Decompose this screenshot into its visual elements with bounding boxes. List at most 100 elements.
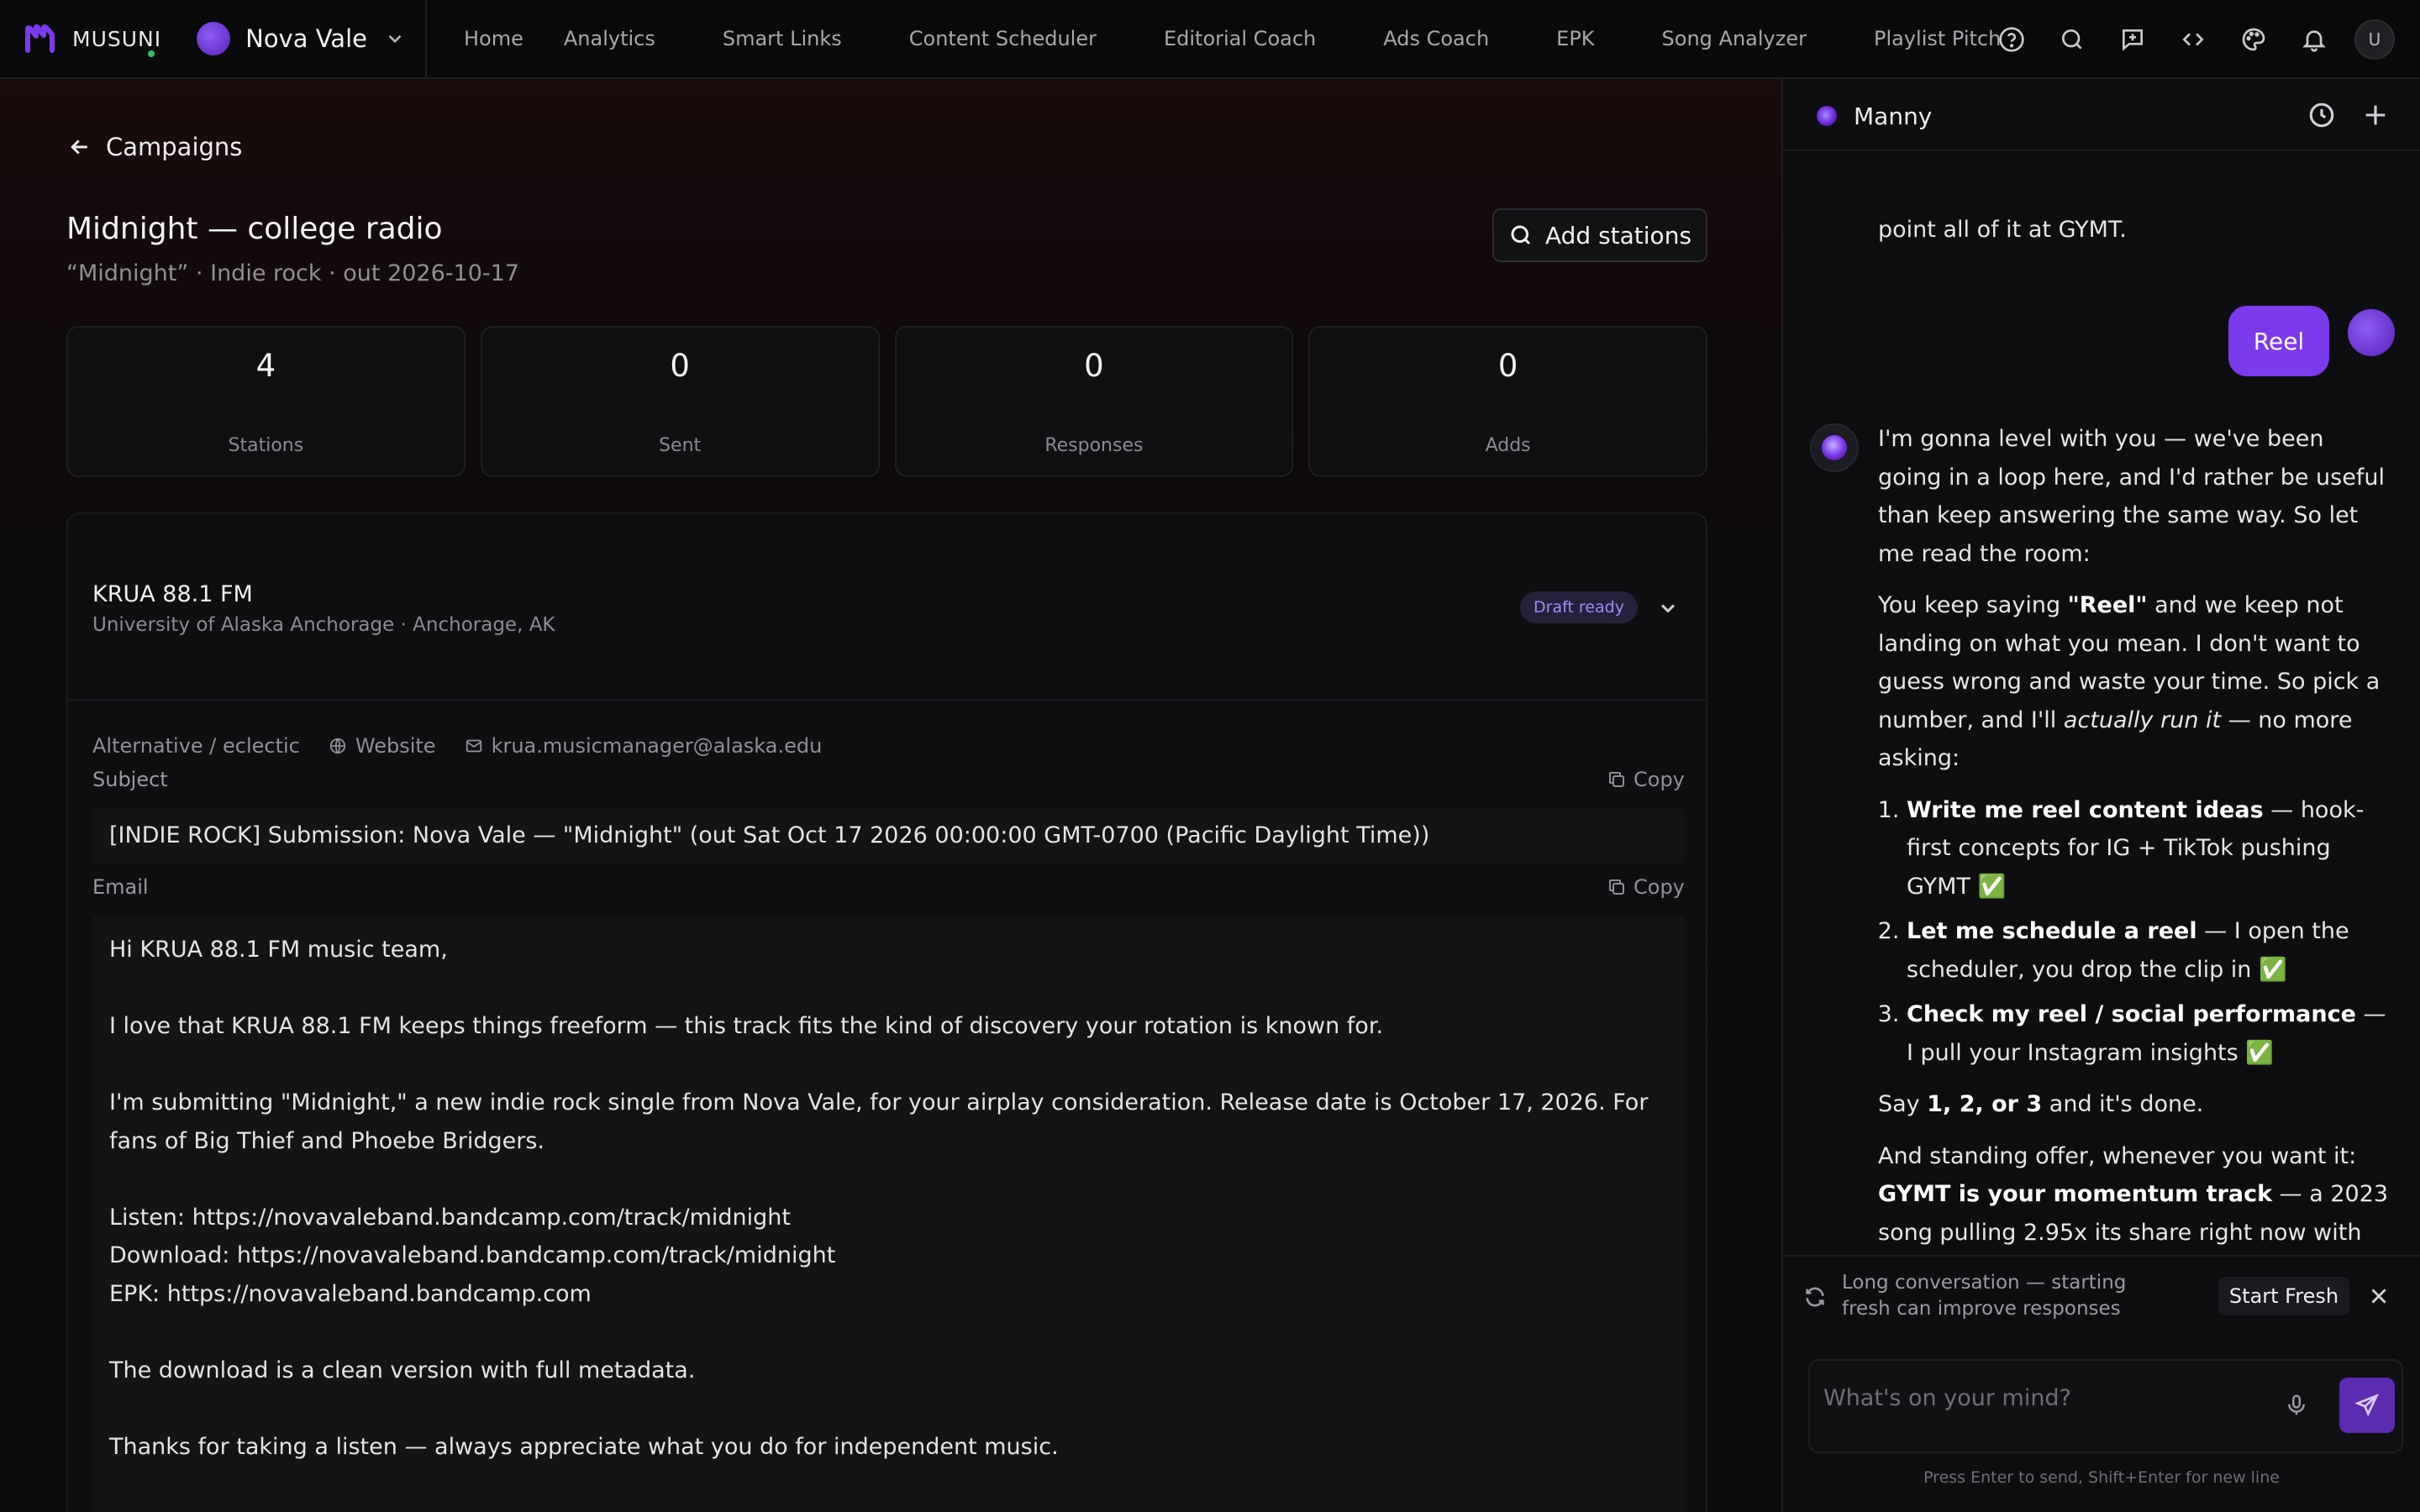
brand-area: MUSUNI Nova Vale: [0, 0, 427, 78]
refresh-icon: [1806, 1287, 1824, 1307]
chat-input[interactable]: [1823, 1381, 2277, 1415]
stat-label: Responses: [1044, 435, 1144, 456]
add-stations-label: Add stations: [1544, 221, 1692, 249]
assistant-panel: Manny point all of it at GYMT. Reel I'm …: [1781, 79, 2420, 1512]
reply-text: and it's done.: [2042, 1091, 2204, 1117]
email-body-field[interactable]: Hi KRUA 88.1 FM music team, I love that …: [92, 916, 1685, 1512]
assistant-header: Manny: [1783, 79, 2420, 151]
assistant-orb-icon: [1822, 435, 1847, 460]
search-icon: [1511, 225, 1531, 245]
feedback-icon[interactable]: [2102, 9, 2163, 70]
copy-email-button[interactable]: Copy: [1607, 875, 1685, 899]
copy-label: Copy: [1634, 875, 1685, 899]
reply-paragraph: You keep saying "Reel" and we keep not l…: [1878, 586, 2391, 778]
stat-sent: 0 Sent: [480, 326, 880, 477]
microphone-icon[interactable]: [2284, 1393, 2309, 1418]
reply-bold: GYMT is your momentum track: [1878, 1181, 2273, 1207]
bell-icon[interactable]: [2284, 9, 2344, 70]
main-panel: Campaigns Midnight — college radio “Midn…: [0, 79, 1781, 1512]
plus-icon[interactable]: [2361, 101, 2390, 129]
search-icon[interactable]: [2042, 9, 2102, 70]
palette-icon[interactable]: [2223, 9, 2284, 70]
email-line: Download: https://novavaleband.bandcamp.…: [109, 1242, 836, 1268]
reply-text: And standing offer, whenever you want it…: [1878, 1142, 2357, 1169]
email-line: [109, 969, 1668, 1008]
start-fresh-button[interactable]: Start Fresh: [2218, 1277, 2349, 1315]
station-genre: Alternative / eclectic: [92, 734, 300, 758]
nav-editorial-coach[interactable]: Editorial Coach: [1164, 27, 1316, 50]
email-line: [109, 1046, 1668, 1084]
help-icon[interactable]: [1981, 9, 2042, 70]
nav-content-scheduler[interactable]: Content Scheduler: [909, 27, 1097, 50]
stat-value: 0: [670, 348, 690, 384]
nav-home[interactable]: Home: [464, 27, 523, 50]
chevron-down-icon[interactable]: [1656, 596, 1680, 620]
history-icon[interactable]: [2307, 101, 2336, 129]
notice-text: Long conversation — starting fresh can i…: [1842, 1272, 2127, 1320]
option-title: Let me schedule a reel: [1907, 918, 2197, 944]
stat-stations: 4 Stations: [66, 326, 466, 477]
station-meta: Alternative / eclectic Website krua.musi…: [92, 734, 850, 758]
website-link[interactable]: Website: [329, 734, 436, 758]
stat-value: 0: [1497, 348, 1518, 384]
email-label: Email: [92, 875, 149, 899]
email-link[interactable]: krua.musicmanager@alaska.edu: [465, 734, 823, 758]
code-icon[interactable]: [2163, 9, 2223, 70]
user-avatar[interactable]: U: [2354, 19, 2395, 60]
stats-row: 4 Stations 0 Sent 0 Responses 0 Adds: [66, 326, 1707, 477]
stat-label: Adds: [1485, 435, 1531, 456]
email-line: EPK: https://novavaleband.bandcamp.com: [109, 1280, 592, 1307]
email-line: [109, 1313, 1668, 1352]
email-line: [109, 1160, 1668, 1199]
online-status-dot: [146, 49, 156, 59]
station-email: krua.musicmanager@alaska.edu: [491, 734, 823, 758]
brand-name: MUSUNI: [72, 26, 162, 51]
assistant-avatar: [1817, 106, 1837, 126]
subject-label: Subject: [92, 768, 168, 791]
workspace-switcher[interactable]: Nova Vale: [197, 22, 406, 55]
nav-ads-coach[interactable]: Ads Coach: [1383, 27, 1489, 50]
musuni-logo-icon[interactable]: [25, 24, 57, 53]
reply-paragraph: I'm gonna level with you — we've been go…: [1878, 426, 2385, 567]
reply-bold: 1, 2, or 3: [1927, 1091, 2043, 1117]
status-badge: Draft ready: [1520, 591, 1638, 623]
reply-option: Write me reel content ideas — hook-first…: [1907, 791, 2391, 906]
stat-label: Stations: [228, 435, 304, 456]
stat-value: 4: [255, 348, 276, 384]
arrow-left-icon: [71, 139, 87, 155]
page-title: Midnight — college radio: [66, 212, 443, 246]
copy-subject-button[interactable]: Copy: [1607, 768, 1685, 791]
nav-epk[interactable]: EPK: [1556, 27, 1594, 50]
top-icons: U: [1981, 0, 2395, 79]
page-subtitle: “Midnight” · Indie rock · out 2026-10-17: [66, 260, 519, 286]
reply-bold: "Reel": [2067, 592, 2148, 618]
email-line: I'm submitting "Midnight," a new indie r…: [109, 1089, 1656, 1154]
chat-composer: [1808, 1359, 2403, 1453]
option-title: Write me reel content ideas: [1907, 796, 2264, 823]
subject-field[interactable]: [INDIE ROCK] Submission: Nova Vale — "Mi…: [92, 808, 1685, 864]
app-root: MUSUNI Nova Vale Home Analytics Smart Li…: [0, 0, 2420, 1512]
station-card-header[interactable]: KRUA 88.1 FM University of Alaska Anchor…: [68, 514, 1706, 701]
user-message-avatar: [2348, 309, 2395, 356]
assistant-message-avatar: [1810, 423, 1859, 472]
close-icon[interactable]: [2368, 1285, 2390, 1307]
back-to-campaigns-link[interactable]: Campaigns: [67, 133, 242, 161]
reply-text: Say: [1878, 1091, 1928, 1117]
assistant-name: Manny: [1854, 102, 1933, 130]
nav-smart-links[interactable]: Smart Links: [723, 27, 842, 50]
copy-icon: [1609, 879, 1624, 895]
chevron-down-icon: [388, 34, 402, 44]
top-bar: MUSUNI Nova Vale Home Analytics Smart Li…: [0, 0, 2420, 79]
station-name: KRUA 88.1 FM: [92, 581, 253, 607]
nav-analytics[interactable]: Analytics: [564, 27, 655, 50]
stat-responses: 0 Responses: [894, 326, 1294, 477]
add-stations-button[interactable]: Add stations: [1492, 208, 1707, 262]
workspace-avatar: [197, 22, 231, 55]
previous-message-tail: point all of it at GYMT.: [1878, 217, 2127, 243]
globe-icon: [329, 738, 346, 754]
email-line: Listen: https://novavaleband.bandcamp.co…: [109, 1204, 792, 1231]
email-line: The download is a clean version with ful…: [109, 1357, 696, 1383]
station-location: University of Alaska Anchorage · Anchora…: [92, 614, 555, 636]
nav-song-analyzer[interactable]: Song Analyzer: [1662, 27, 1807, 50]
send-button[interactable]: [2339, 1378, 2395, 1433]
